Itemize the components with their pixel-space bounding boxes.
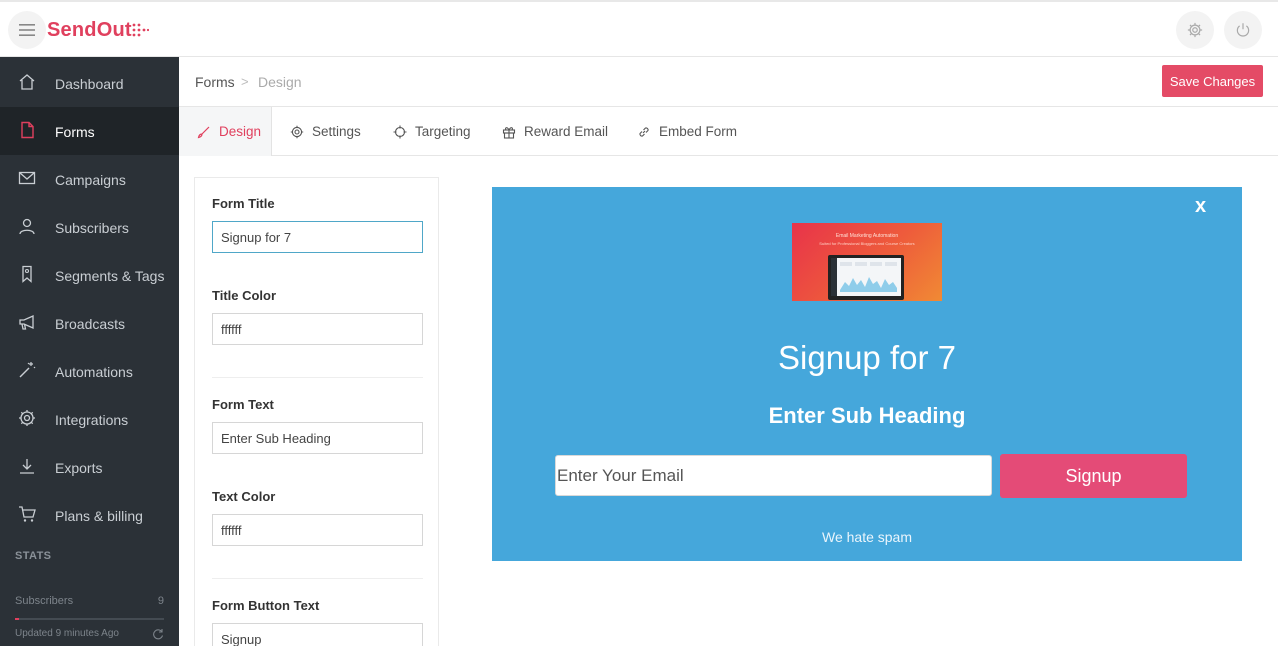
hero-image-heading: Email Marketing Automation [835,233,899,239]
sidebar-item-plans-billing[interactable]: Plans & billing [0,491,179,539]
stats-subscribers-value: 9 [157,595,164,607]
sidebar-item-segments-tags[interactable]: Segments & Tags [0,251,179,299]
megaphone-icon [19,314,34,330]
gear-icon [19,410,35,426]
tab-reward-email[interactable]: Reward Email [502,107,608,156]
sidebar-item-label: Forms [55,124,95,140]
stats-subscribers-row: Subscribers 9 [15,595,164,607]
home-icon [19,74,35,90]
form-button-text-label: Form Button Text [212,598,320,613]
sidebar-item-exports[interactable]: Exports [0,443,179,491]
stats-subscribers-label: Subscribers [15,595,74,607]
sidebar-item-label: Exports [55,460,103,476]
sidebar-item-dashboard[interactable]: Dashboard [0,59,179,107]
sidebar-item-subscribers[interactable]: Subscribers [0,203,179,251]
hamburger-icon [19,24,35,36]
laptop-screen [831,258,901,296]
tab-bar: Design Settings Targeting Reward Email E… [179,107,1278,156]
sidebar-item-label: Subscribers [55,220,129,236]
sidebar-item-label: Integrations [55,412,129,428]
gear-icon [290,125,304,138]
preview-email-input[interactable]: Enter Your Email [555,455,992,496]
top-bar: SendOut [0,0,1278,57]
tab-settings[interactable]: Settings [290,107,361,156]
tab-embed-form[interactable]: Embed Form [637,107,737,156]
tab-label: Reward Email [524,124,609,139]
preview-subheading: Enter Sub Heading [768,403,966,428]
form-text-input[interactable]: Enter Sub Heading [212,422,423,454]
breadcrumb-current: Design [258,74,302,90]
document-icon [21,121,34,139]
crosshair-icon [393,125,407,138]
sidebar-item-broadcasts[interactable]: Broadcasts [0,299,179,347]
preview-signup-button[interactable]: Signup [1000,454,1187,498]
form-settings-panel: Form Title Signup for 7 Title Color ffff… [194,177,439,646]
brush-icon [197,126,210,138]
bookmark-icon [22,265,32,283]
stats-updated-text: Updated 9 minutes Ago [15,628,119,639]
hamburger-menu-button[interactable] [8,11,46,49]
sidebar-item-label: Campaigns [55,172,126,188]
form-preview: x Email Marketing Automation Suited for … [492,187,1242,561]
tab-label: Settings [312,124,361,139]
sidebar-item-forms[interactable]: Forms [0,107,179,155]
breadcrumb-forms-link[interactable]: Forms [195,74,235,90]
sidebar-item-campaigns[interactable]: Campaigns [0,155,179,203]
download-icon [20,459,34,474]
form-text-label: Form Text [212,397,274,412]
text-color-input[interactable]: ffffff [212,514,423,546]
stats-progress-fill [15,618,20,620]
logo-dots-icon [132,23,149,37]
tab-label: Targeting [415,124,471,139]
gift-icon [502,126,516,139]
tab-design[interactable]: Design [179,107,272,156]
sidebar-item-automations[interactable]: Automations [0,347,179,395]
stats-progress-bar [15,618,164,620]
envelope-icon [18,171,36,185]
text-color-label: Text Color [212,489,276,504]
link-icon [639,126,649,137]
save-changes-button[interactable]: Save Changes [1162,65,1263,97]
tab-label: Embed Form [659,124,738,139]
sidebar: Dashboard Forms Campaigns Subscribers Se… [0,57,179,646]
title-color-input[interactable]: ffffff [212,313,423,345]
form-title-label: Form Title [212,196,275,211]
magic-wand-icon [19,362,36,378]
cart-icon [19,506,36,522]
breadcrumb: Forms > Design Save Changes [179,57,1278,107]
preview-hero-image: Email Marketing Automation Suited for Pr… [792,223,942,301]
power-button[interactable] [1224,11,1262,49]
sidebar-item-label: Segments & Tags [55,268,165,284]
app-logo[interactable]: SendOut [47,19,132,42]
stats-heading: STATS [15,550,52,562]
form-title-input[interactable]: Signup for 7 [212,221,423,253]
refresh-icon[interactable] [152,628,164,640]
preview-close-button[interactable]: x [1195,195,1206,218]
divider [212,377,423,378]
laptop-graphic [828,255,904,300]
title-color-label: Title Color [212,288,277,303]
tab-label: Design [219,124,262,139]
sidebar-item-integrations[interactable]: Integrations [0,395,179,443]
hero-image-subheading: Suited for Professional Bloggers and Cou… [819,241,915,246]
preview-title: Signup for 7 [778,339,956,376]
divider [212,578,423,579]
form-button-text-input[interactable]: Signup [212,623,423,646]
breadcrumb-separator: > [241,74,249,89]
sidebar-item-label: Plans & billing [55,508,143,524]
gear-icon [1187,22,1203,38]
sidebar-item-label: Automations [55,364,133,380]
power-icon [1236,23,1250,37]
user-icon [19,218,35,235]
settings-button[interactable] [1176,11,1214,49]
sidebar-item-label: Dashboard [55,76,124,92]
sidebar-item-label: Broadcasts [55,316,126,332]
dashboard-chart-graphic [831,258,897,296]
preview-footer-text: We hate spam [821,529,912,545]
tab-targeting[interactable]: Targeting [393,107,471,156]
